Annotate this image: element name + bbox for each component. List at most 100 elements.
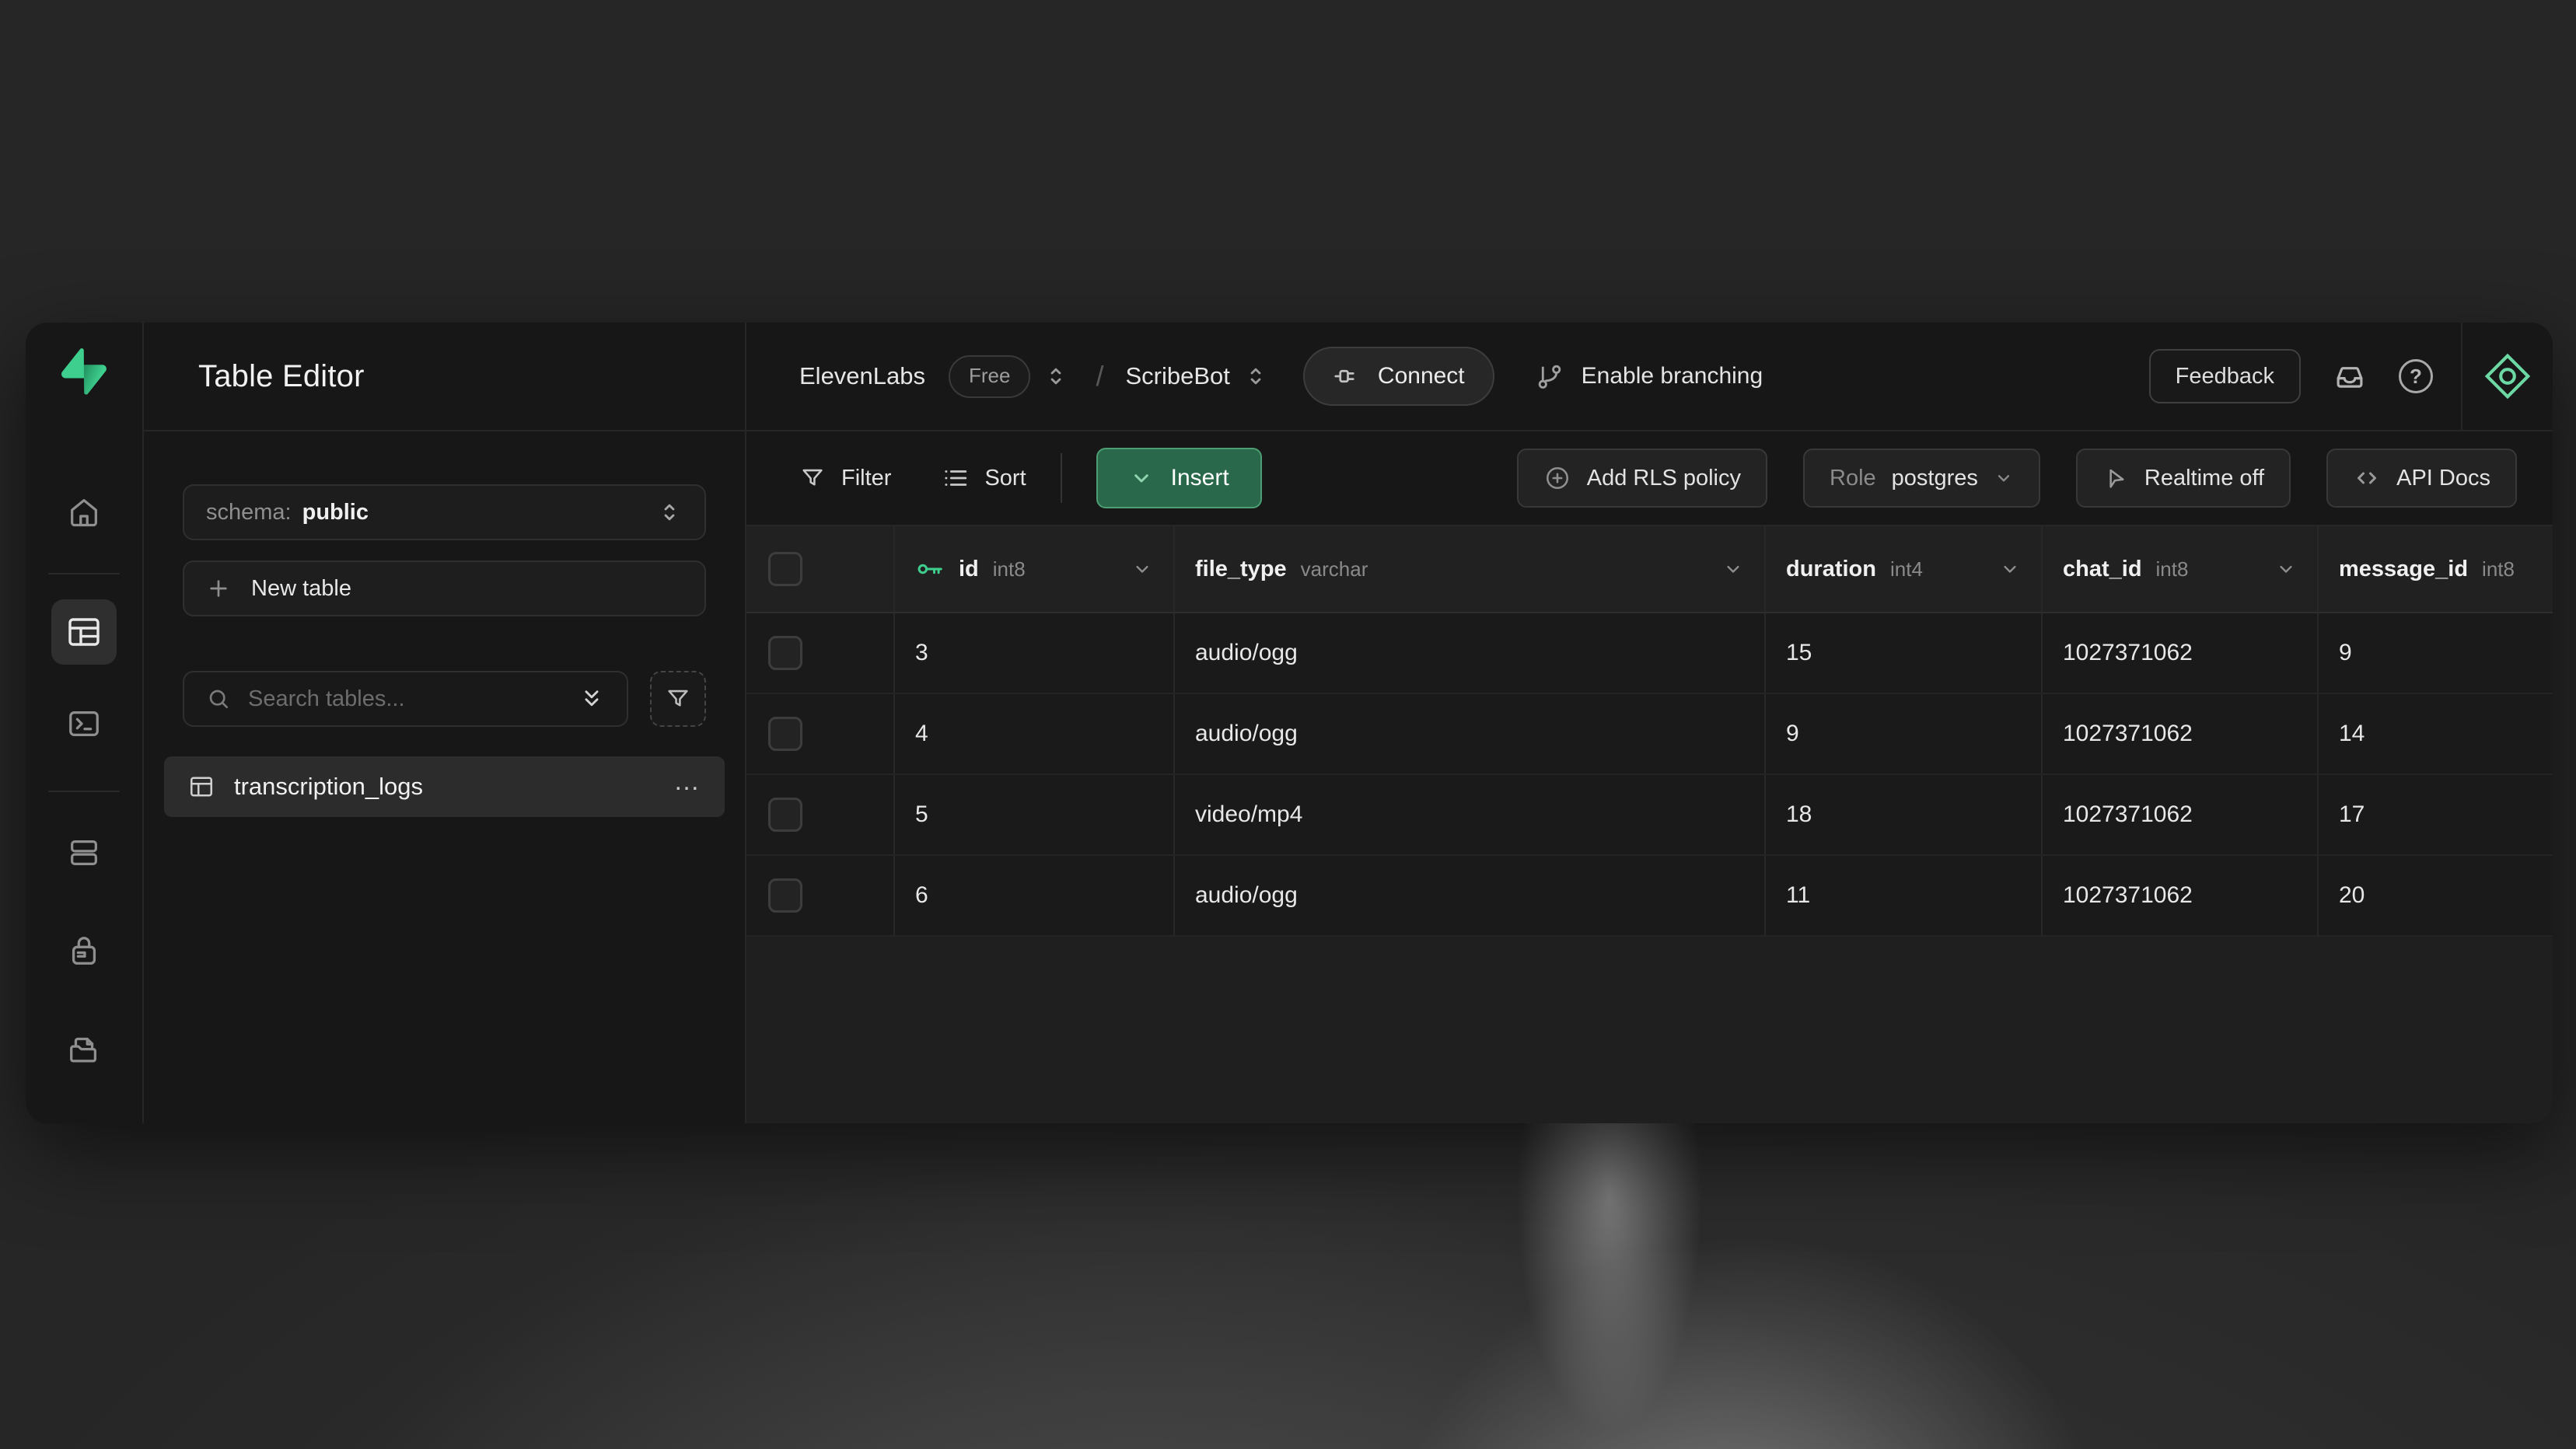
filter-tables-button[interactable] <box>650 671 706 727</box>
select-all-checkbox[interactable] <box>768 552 802 586</box>
table-row: 6 audio/ogg 11 1027371062 20 <box>746 856 2553 937</box>
sidebar: Table Editor schema: public New table <box>144 323 746 1123</box>
column-header-duration[interactable]: duration int4 <box>1766 526 2043 612</box>
chevron-down-icon <box>2275 558 2297 580</box>
supabase-logo[interactable] <box>51 344 117 399</box>
cell-chat-id[interactable]: 1027371062 <box>2043 613 2319 693</box>
header-checkbox-cell <box>746 526 895 612</box>
cell-file-type[interactable]: audio/ogg <box>1175 613 1766 693</box>
nav-table-editor[interactable] <box>51 599 117 665</box>
cell-duration[interactable]: 18 <box>1766 775 2043 854</box>
row-checkbox[interactable] <box>768 636 802 670</box>
org-switcher-button[interactable] <box>1043 363 1069 389</box>
chevron-down-icon <box>1999 558 2021 580</box>
table-options-button[interactable]: … <box>673 781 701 792</box>
notifications-button[interactable] <box>2333 360 2366 393</box>
cell-message-id[interactable]: 14 <box>2319 694 2553 773</box>
nav-home[interactable] <box>51 480 117 545</box>
supabase-bolt-icon <box>61 348 107 395</box>
add-rls-policy-button[interactable]: Add RLS policy <box>1517 449 1767 508</box>
column-menu-button[interactable] <box>1131 558 1153 580</box>
column-header-file-type[interactable]: file_type varchar <box>1175 526 1766 612</box>
list-icon <box>942 465 969 491</box>
column-header-id[interactable]: id int8 <box>895 526 1175 612</box>
cell-id[interactable]: 5 <box>895 775 1175 854</box>
nav-sql-editor[interactable] <box>51 691 117 756</box>
chevron-down-icon <box>1722 558 1744 580</box>
cell-file-type[interactable]: audio/ogg <box>1175 694 1766 773</box>
cell-duration[interactable]: 9 <box>1766 694 2043 773</box>
cell-chat-id[interactable]: 1027371062 <box>2043 694 2319 773</box>
nav-auth[interactable] <box>51 918 117 983</box>
cell-id[interactable]: 3 <box>895 613 1175 693</box>
row-checkbox[interactable] <box>768 798 802 832</box>
table-row: 3 audio/ogg 15 1027371062 9 <box>746 613 2553 694</box>
sort-button[interactable]: Sort <box>942 465 1026 491</box>
column-menu-button[interactable] <box>2275 558 2297 580</box>
cell-file-type[interactable]: video/mp4 <box>1175 775 1766 854</box>
help-button[interactable]: ? <box>2399 359 2433 393</box>
page-title: Table Editor <box>198 359 365 394</box>
app-window: Table Editor schema: public New table <box>26 323 2553 1123</box>
cell-chat-id[interactable]: 1027371062 <box>2043 856 2319 935</box>
plus-circle-icon <box>1543 464 1571 492</box>
cell-duration[interactable]: 11 <box>1766 856 2043 935</box>
chevron-down-icon <box>1994 468 2014 488</box>
cell-chat-id[interactable]: 1027371062 <box>2043 775 2319 854</box>
org-breadcrumb[interactable]: ElevenLabs <box>799 362 925 390</box>
column-header-chat-id[interactable]: chat_id int8 <box>2043 526 2319 612</box>
enable-branching-button[interactable]: Enable branching <box>1535 361 1763 391</box>
git-branch-icon <box>1535 361 1564 391</box>
cell-message-id[interactable]: 9 <box>2319 613 2553 693</box>
cell-id[interactable]: 6 <box>895 856 1175 935</box>
schema-value: public <box>302 500 369 525</box>
cell-file-type[interactable]: audio/ogg <box>1175 856 1766 935</box>
row-checkbox[interactable] <box>768 717 802 751</box>
new-table-label: New table <box>251 576 351 602</box>
search-tables-input[interactable] <box>248 686 561 712</box>
api-docs-label: API Docs <box>2396 466 2490 491</box>
role-select[interactable]: Role postgres <box>1803 449 2040 508</box>
cell-duration[interactable]: 15 <box>1766 613 2043 693</box>
cell-message-id[interactable]: 20 <box>2319 856 2553 935</box>
project-switcher-button[interactable] <box>1243 363 1269 389</box>
sidebar-item-table[interactable]: transcription_logs … <box>164 756 725 817</box>
connect-button[interactable]: Connect <box>1303 347 1494 406</box>
api-docs-button[interactable]: API Docs <box>2326 449 2517 508</box>
table-row: 5 video/mp4 18 1027371062 17 <box>746 775 2553 856</box>
feedback-label: Feedback <box>2176 364 2274 389</box>
collapse-tables-button[interactable] <box>578 686 605 712</box>
connect-label: Connect <box>1378 363 1465 389</box>
home-icon <box>66 494 102 530</box>
search-icon <box>206 686 231 711</box>
add-rls-policy-label: Add RLS policy <box>1587 466 1741 491</box>
nav-database[interactable] <box>51 820 117 885</box>
project-breadcrumb[interactable]: ScribeBot <box>1126 362 1230 390</box>
column-menu-button[interactable] <box>1999 558 2021 580</box>
feedback-button[interactable]: Feedback <box>2149 349 2301 403</box>
code-icon <box>2353 464 2381 492</box>
new-table-button[interactable]: New table <box>183 560 706 616</box>
column-header-message-id[interactable]: message_id int8 <box>2319 526 2553 612</box>
schema-select[interactable]: schema: public <box>183 484 706 540</box>
grid-header-row: id int8 file_type varchar duration int4 <box>746 526 2553 613</box>
breadcrumb-separator: / <box>1096 360 1103 393</box>
insert-button[interactable]: Insert <box>1096 448 1262 508</box>
column-menu-button[interactable] <box>1722 558 1744 580</box>
desktop: { "colors": { "brand_green": "#3ecf8e", … <box>0 0 2576 1449</box>
diamond-avatar-icon <box>2483 352 2532 400</box>
funnel-icon <box>799 465 826 491</box>
top-header: ElevenLabs Free / ScribeBot <box>746 323 2553 431</box>
table-editor-icon <box>65 613 103 651</box>
search-tables-box <box>183 671 628 727</box>
chevron-up-down-icon <box>1043 363 1069 389</box>
row-checkbox[interactable] <box>768 878 802 913</box>
user-menu-button[interactable] <box>2462 323 2553 430</box>
filter-button[interactable]: Filter <box>799 465 891 491</box>
chevrons-down-icon <box>578 686 605 712</box>
nav-storage[interactable] <box>51 1016 117 1081</box>
realtime-toggle-button[interactable]: Realtime off <box>2076 449 2291 508</box>
cell-id[interactable]: 4 <box>895 694 1175 773</box>
cell-message-id[interactable]: 17 <box>2319 775 2553 854</box>
chevron-down-icon <box>1131 558 1153 580</box>
